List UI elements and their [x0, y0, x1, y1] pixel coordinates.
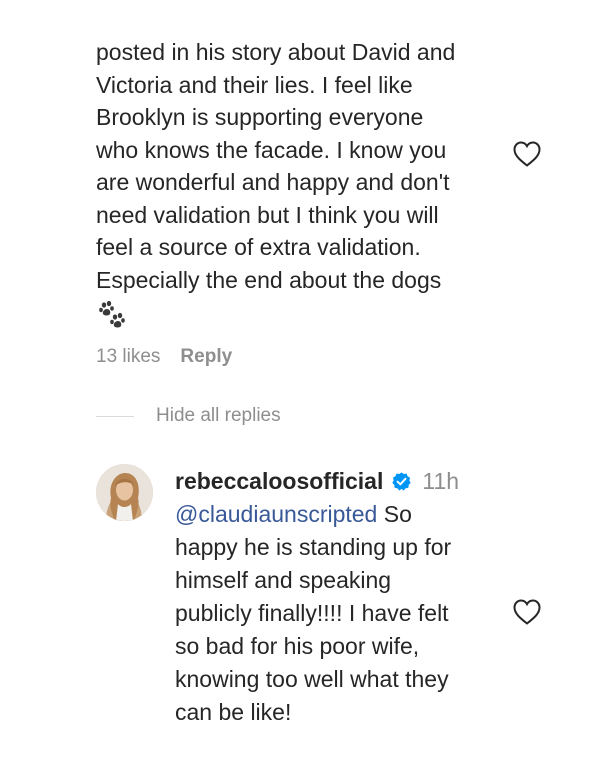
reply-line: can be like!: [175, 699, 292, 725]
reply-line: knowing too well what they: [175, 666, 449, 692]
replies-divider: [96, 415, 134, 417]
paw-prints-icon: [99, 300, 125, 328]
hide-replies-button[interactable]: Hide all replies: [96, 405, 281, 427]
reply-header: rebeccaloosofficial 11h: [175, 468, 459, 495]
avatar[interactable]: [96, 464, 153, 521]
comment-line: Victoria and their lies. I feel like: [96, 71, 413, 98]
reply-timestamp: 11h: [422, 468, 460, 494]
heart-outline-icon[interactable]: [512, 140, 542, 168]
reply-line: so bad for his poor wife,: [175, 633, 420, 659]
reply-username[interactable]: rebeccaloosofficial: [175, 468, 383, 495]
comment-line: Especially the end about the dogs: [96, 266, 442, 293]
comment-line: Brooklyn is supporting everyone: [96, 104, 424, 130]
comment-line: need validation but I think you will: [96, 201, 439, 228]
comment-line: are wonderful and happy and don't: [96, 169, 450, 195]
comment-body: posted in his story about David and Vict…: [96, 36, 496, 296]
mention-link[interactable]: @claudiaunscripted: [175, 501, 377, 527]
heart-outline-icon[interactable]: [512, 598, 542, 626]
comment-line: who knows the facade. I know you: [96, 136, 447, 163]
reply-line: happy he is standing up for: [175, 534, 452, 560]
comment-meta: 13 likes Reply: [96, 346, 232, 368]
comment-line: feel a source of extra validation.: [96, 234, 421, 260]
avatar-image: [96, 464, 153, 521]
likes-count[interactable]: 13 likes: [96, 346, 160, 368]
comment-line: posted in his story about David and: [96, 39, 456, 65]
reply-line: publicly finally!!!! I have felt: [175, 600, 449, 626]
reply-button[interactable]: Reply: [180, 346, 232, 368]
verified-badge-icon: [392, 472, 412, 491]
comment-thread: posted in his story about David and Vict…: [0, 0, 614, 768]
hide-replies-label: Hide all replies: [156, 405, 281, 426]
reply-line: So: [377, 501, 412, 527]
reply-body: @claudiaunscripted So happy he is standi…: [175, 498, 505, 729]
reply-line: himself and speaking: [175, 567, 392, 593]
